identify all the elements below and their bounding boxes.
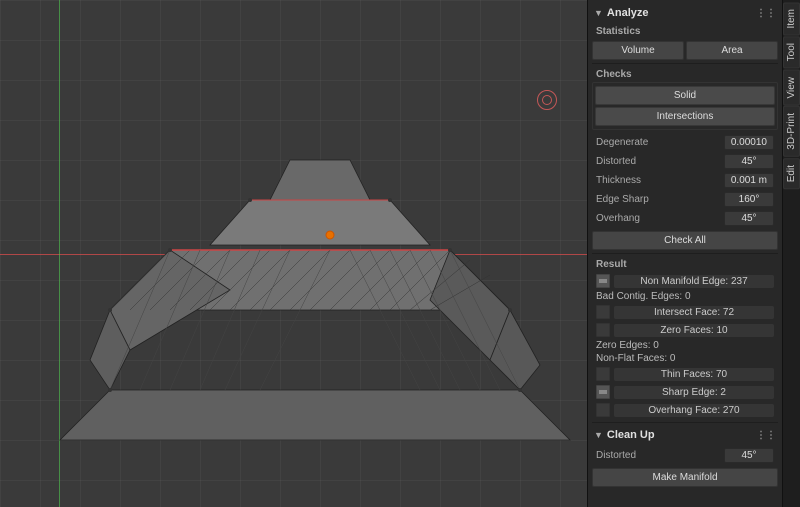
intersect-face-text: Intersect Face: 72 bbox=[614, 306, 774, 319]
check-all-row: Check All bbox=[592, 231, 778, 250]
overhang-label: Overhang bbox=[596, 213, 640, 224]
thin-faces-text: Thin Faces: 70 bbox=[614, 368, 774, 381]
zero-faces-row: Zero Faces: 10 bbox=[592, 321, 778, 339]
zero-faces-text: Zero Faces: 10 bbox=[614, 324, 774, 337]
non-flat-text: Non-Flat Faces: 0 bbox=[592, 352, 778, 365]
degenerate-value[interactable]: 0.00010 bbox=[724, 135, 774, 150]
cleanup-title: Clean Up bbox=[607, 429, 655, 441]
solid-button[interactable]: Solid bbox=[595, 86, 775, 105]
sharp-edge-icon bbox=[596, 385, 610, 399]
overhang-row: Overhang 45° bbox=[592, 209, 778, 228]
edge-sharp-row: Edge Sharp 160° bbox=[592, 190, 778, 209]
sharp-edge-text: Sharp Edge: 2 bbox=[614, 386, 774, 399]
vertical-tabs: Item Tool View 3D-Print Edit bbox=[782, 0, 800, 507]
3d-viewport[interactable] bbox=[0, 0, 587, 507]
sharp-edge-row: Sharp Edge: 2 bbox=[592, 383, 778, 401]
bad-contig-text: Bad Contig. Edges: 0 bbox=[592, 290, 778, 303]
distorted-row: Distorted 45° bbox=[592, 152, 778, 171]
non-manifold-text: Non Manifold Edge: 237 bbox=[614, 275, 774, 288]
tab-tool[interactable]: Tool bbox=[783, 36, 800, 68]
thickness-label: Thickness bbox=[596, 175, 641, 186]
edge-sharp-label: Edge Sharp bbox=[596, 194, 649, 205]
thin-faces-row: Thin Faces: 70 bbox=[592, 365, 778, 383]
tab-item[interactable]: Item bbox=[783, 2, 800, 35]
compass bbox=[537, 90, 557, 110]
right-panel-wrapper: ▼ Analyze ⋮⋮ Statistics Volume Area Chec… bbox=[587, 0, 800, 507]
analyze-title: Analyze bbox=[607, 7, 649, 19]
thickness-row: Thickness 0.001 m bbox=[592, 171, 778, 190]
checks-label: Checks bbox=[592, 67, 778, 82]
zero-edges-text: Zero Edges: 0 bbox=[592, 339, 778, 352]
intersect-face-row: Intersect Face: 72 bbox=[592, 303, 778, 321]
degenerate-label: Degenerate bbox=[596, 137, 648, 148]
edge-sharp-value[interactable]: 160° bbox=[724, 192, 774, 207]
zero-faces-icon bbox=[596, 323, 610, 337]
overhang-face-text: Overhang Face: 270 bbox=[614, 404, 774, 417]
overhang-face-icon bbox=[596, 403, 610, 417]
intersect-face-icon bbox=[596, 305, 610, 319]
area-button[interactable]: Area bbox=[686, 41, 778, 60]
non-manifold-icon bbox=[596, 274, 610, 288]
analyze-section-header[interactable]: ▼ Analyze ⋮⋮ bbox=[592, 4, 778, 22]
volume-button[interactable]: Volume bbox=[592, 41, 684, 60]
distorted-value[interactable]: 45° bbox=[724, 154, 774, 169]
tab-3dprint[interactable]: 3D-Print bbox=[783, 106, 800, 157]
make-manifold-row: Make Manifold bbox=[592, 468, 778, 487]
overhang-value[interactable]: 45° bbox=[724, 211, 774, 226]
cleanup-distorted-row: Distorted 45° bbox=[592, 446, 778, 465]
statistics-btn-row: Volume Area bbox=[592, 41, 778, 60]
checks-box: Solid Intersections bbox=[592, 82, 778, 130]
intersections-button[interactable]: Intersections bbox=[595, 107, 775, 126]
result-label: Result bbox=[592, 257, 778, 272]
cleanup-arrow-icon: ▼ bbox=[594, 430, 603, 440]
overhang-face-row: Overhang Face: 270 bbox=[592, 401, 778, 419]
tab-edit[interactable]: Edit bbox=[783, 158, 800, 189]
mesh-container bbox=[50, 50, 580, 480]
right-panel: ▼ Analyze ⋮⋮ Statistics Volume Area Chec… bbox=[587, 0, 782, 507]
cleanup-distorted-label: Distorted bbox=[596, 450, 636, 461]
check-all-button[interactable]: Check All bbox=[592, 231, 778, 250]
cleanup-dots: ⋮⋮ bbox=[756, 430, 776, 441]
cleanup-section-header[interactable]: ▼ Clean Up ⋮⋮ bbox=[592, 426, 778, 444]
thickness-value[interactable]: 0.001 m bbox=[724, 173, 774, 188]
cleanup-distorted-value[interactable]: 45° bbox=[724, 448, 774, 463]
statistics-label: Statistics bbox=[592, 24, 778, 39]
degenerate-row: Degenerate 0.00010 bbox=[592, 133, 778, 152]
non-manifold-edge-row: Non Manifold Edge: 237 bbox=[592, 272, 778, 290]
thin-faces-icon bbox=[596, 367, 610, 381]
mesh-svg bbox=[50, 50, 580, 480]
analyze-dots: ⋮⋮ bbox=[756, 8, 776, 19]
make-manifold-button[interactable]: Make Manifold bbox=[592, 468, 778, 487]
analyze-arrow-icon: ▼ bbox=[594, 8, 603, 18]
distorted-label: Distorted bbox=[596, 156, 636, 167]
tab-view[interactable]: View bbox=[783, 70, 800, 106]
